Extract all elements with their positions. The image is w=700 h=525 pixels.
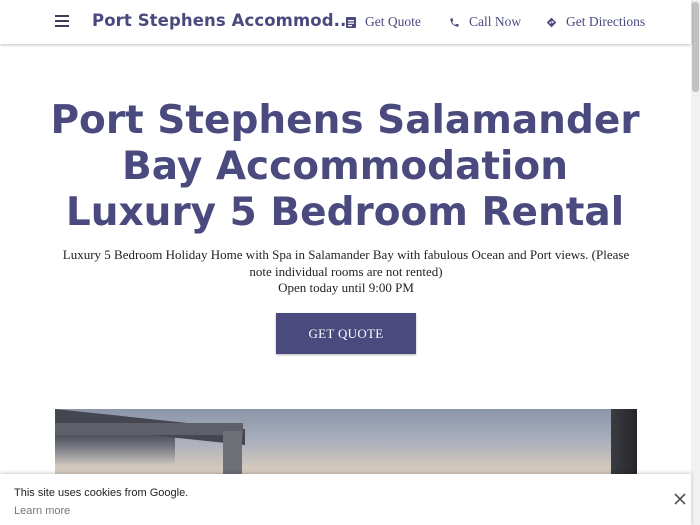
roof-shadow bbox=[55, 435, 175, 465]
page-scrollbar[interactable] bbox=[691, 0, 700, 525]
hero-tagline: Luxury 5 Bedroom Holiday Home with Spa i… bbox=[62, 247, 630, 279]
top-navigation-bar: Port Stephens Accommod... Get Quote Call… bbox=[0, 0, 691, 44]
cookie-notice-bar: This site uses cookies from Google. Lear… bbox=[0, 474, 691, 525]
nav-get-directions-link[interactable]: Get Directions bbox=[546, 14, 645, 30]
phone-icon bbox=[450, 17, 459, 27]
cookie-learn-more-link[interactable]: Learn more bbox=[14, 505, 70, 517]
nav-call-now-label: Call Now bbox=[469, 14, 522, 29]
nav-get-quote-link[interactable]: Get Quote bbox=[346, 14, 421, 30]
site-title[interactable]: Port Stephens Accommod... bbox=[92, 11, 353, 30]
cookie-notice-text: This site uses cookies from Google. bbox=[14, 487, 189, 499]
nav-get-quote-label: Get Quote bbox=[365, 14, 421, 29]
roof-edge bbox=[55, 423, 243, 435]
directions-icon bbox=[546, 17, 557, 27]
hero-image bbox=[55, 409, 637, 484]
close-icon[interactable] bbox=[673, 492, 687, 506]
get-quote-button[interactable]: GET QUOTE bbox=[276, 313, 416, 354]
window-frame bbox=[611, 409, 637, 484]
form-icon bbox=[346, 16, 356, 28]
scrollbar-thumb[interactable] bbox=[692, 2, 699, 92]
nav-get-directions-label: Get Directions bbox=[566, 14, 646, 29]
menu-icon[interactable] bbox=[55, 15, 69, 27]
opening-hours: Open today until 9:00 PM bbox=[278, 280, 414, 295]
nav-call-now-link[interactable]: Call Now bbox=[449, 14, 521, 30]
hero-title: Port Stephens Salamander Bay Accommodati… bbox=[50, 98, 640, 235]
